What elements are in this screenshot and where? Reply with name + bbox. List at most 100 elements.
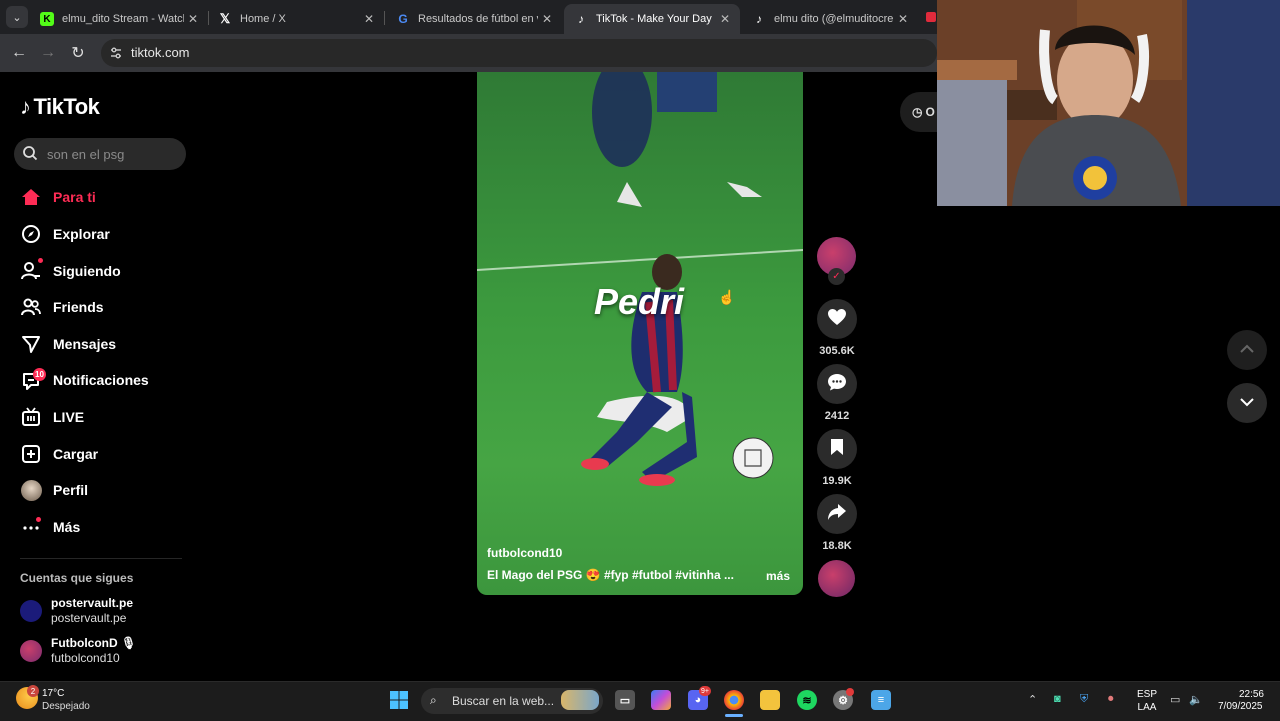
microphone-icon[interactable]: ⏺ (1108, 693, 1114, 706)
youtube-icon[interactable] (926, 12, 936, 22)
sidebar-item-siguiendo[interactable]: Siguiendo (20, 258, 121, 284)
music-disc[interactable] (818, 560, 855, 597)
address-bar[interactable] (101, 39, 937, 67)
sidebar-item-mas[interactable]: Más (20, 514, 80, 540)
previous-video-button[interactable] (1227, 330, 1267, 370)
task-view-button[interactable]: ▭ (615, 690, 635, 710)
account-handle: futbolcond10 (51, 651, 120, 665)
share-button[interactable] (817, 494, 857, 534)
video-author[interactable]: futbolcond10 (487, 546, 562, 560)
chevron-up-icon (1239, 341, 1255, 359)
close-icon[interactable]: ✕ (184, 12, 202, 26)
clock-time[interactable]: 22:56 (1232, 688, 1264, 701)
chevron-down-icon (1239, 394, 1255, 412)
reload-button[interactable]: ↻ (68, 43, 88, 63)
browser-tab[interactable]: 𝕏 Home / X ✕ (208, 4, 384, 34)
notepad-button[interactable]: ≡ (871, 690, 891, 710)
windows-start-button[interactable] (390, 691, 408, 709)
forward-button[interactable]: → (38, 43, 58, 63)
heart-icon (827, 308, 847, 331)
follow-check-icon[interactable]: ✓ (828, 268, 845, 285)
kick-icon: K (40, 12, 54, 26)
taskbar-search-placeholder[interactable]: Buscar en la web... (452, 694, 554, 708)
tab-title: elmu dito (@elmuditocre (774, 13, 894, 25)
tray-overflow-chevron-icon[interactable]: ⌃ (1028, 693, 1037, 706)
search-query[interactable]: son en el psg (47, 147, 124, 162)
comment-button[interactable] (817, 364, 857, 404)
search-highlight-image (561, 690, 599, 710)
tab-search-dropdown-button[interactable]: ⌄ (6, 6, 28, 28)
tray-app-icon[interactable]: ◙ (1054, 693, 1061, 705)
volume-icon[interactable]: 🔈 (1189, 693, 1203, 706)
browser-tab[interactable]: G Resultados de fútbol en vi ✕ (386, 4, 562, 34)
account-name: postervault.pe (51, 596, 134, 610)
spotify-button[interactable]: ≋ (797, 690, 817, 710)
sidebar-item-label: LIVE (53, 409, 85, 425)
account-handle: postervault.pe (51, 611, 127, 625)
sidebar-item-live[interactable]: LIVE (20, 404, 84, 430)
arrow-left-icon: ← (11, 44, 27, 61)
video-player[interactable] (477, 72, 803, 595)
live-icon (20, 406, 42, 428)
sidebar-item-cargar[interactable]: Cargar (20, 441, 98, 467)
avatar (20, 600, 42, 622)
tab-title: elmu_dito Stream - Watch (62, 13, 184, 25)
discord-badge: 9+ (699, 686, 711, 696)
tab-title: Home / X (240, 13, 286, 25)
file-explorer-button[interactable] (760, 690, 780, 710)
close-icon[interactable]: ✕ (360, 12, 378, 26)
sidebar-item-perfil[interactable]: Perfil (20, 477, 88, 503)
close-icon[interactable]: ✕ (716, 12, 734, 26)
following-heading: Cuentas que sigues (20, 571, 134, 585)
search-icon[interactable] (22, 145, 38, 161)
tab-divider (384, 11, 385, 25)
weather-temperature[interactable]: 17°C (42, 688, 64, 699)
copilot-button[interactable] (651, 690, 671, 710)
next-video-button[interactable] (1227, 383, 1267, 423)
comment-count: 2412 (824, 410, 850, 422)
sidebar-item-label: Notificaciones (53, 372, 149, 388)
profile-icon (20, 479, 42, 501)
sidebar-item-para-ti[interactable]: Para ti (20, 184, 96, 210)
input-language[interactable]: ESP LAA (1137, 688, 1157, 714)
url-text[interactable]: tiktok.com (131, 45, 190, 60)
like-button[interactable] (817, 299, 857, 339)
video-frame (477, 72, 803, 486)
sidebar-item-mensajes[interactable]: Mensajes (20, 331, 116, 357)
security-shield-icon[interactable]: ⛨ (1080, 693, 1088, 706)
video-caption[interactable]: El Mago del PSG 😍 #fyp #futbol #vitinha … (487, 568, 734, 582)
back-button[interactable]: ← (9, 43, 29, 63)
clock-date[interactable]: 7/09/2025 (1218, 701, 1263, 712)
keyboard-layout: LAA (1137, 702, 1157, 713)
browser-tab[interactable]: ♪ elmu dito (@elmuditocre ✕ (742, 4, 918, 34)
arrow-right-icon: → (40, 44, 56, 61)
share-icon (827, 503, 847, 526)
unread-dot (38, 258, 43, 263)
network-icon[interactable]: ▭ (1170, 693, 1180, 706)
compass-icon (20, 223, 42, 245)
close-icon[interactable]: ✕ (894, 12, 912, 26)
windows-icon (390, 691, 408, 709)
sidebar-item-friends[interactable]: Friends (20, 294, 104, 320)
caption-more-link[interactable]: más (766, 569, 790, 583)
tab-title: TikTok - Make Your Day (596, 13, 712, 25)
weather-condition[interactable]: Despejado (42, 701, 90, 712)
chrome-button[interactable] (724, 690, 744, 710)
messages-icon (20, 333, 42, 355)
comment-icon (827, 372, 847, 397)
close-icon[interactable]: ✕ (538, 12, 556, 26)
bookmark-icon (830, 438, 844, 461)
avatar (20, 640, 42, 662)
get-coins-button[interactable]: ◷ O (900, 92, 940, 132)
browser-tab-active[interactable]: ♪ TikTok - Make Your Day ✕ (564, 4, 740, 34)
sidebar-item-explorar[interactable]: Explorar (20, 221, 110, 247)
app-alert-dot (846, 688, 854, 696)
site-info-icon[interactable] (109, 46, 123, 60)
sidebar-divider (20, 558, 182, 559)
unread-dot (36, 517, 41, 522)
browser-tab[interactable]: K elmu_dito Stream - Watch ✕ (30, 4, 208, 34)
share-count: 18.8K (822, 540, 852, 552)
save-button[interactable] (817, 429, 857, 469)
weather-badge: 2 (27, 685, 39, 697)
tiktok-logo[interactable]: ♪ TikTok (20, 94, 100, 120)
